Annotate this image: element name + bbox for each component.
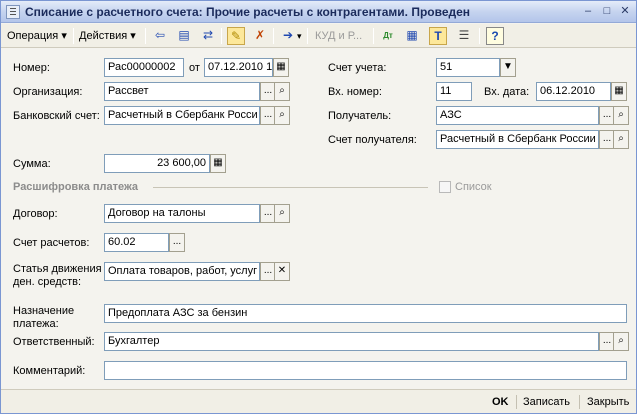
organization-label: Организация: bbox=[13, 86, 83, 98]
purpose-label: Назначение bbox=[13, 305, 75, 317]
sum-label: Сумма: bbox=[13, 158, 51, 170]
cashflow-label-line2: ден. средств: bbox=[13, 276, 82, 288]
ellipsis-icon[interactable]: ... bbox=[169, 233, 185, 252]
toolbar-separator bbox=[73, 28, 74, 44]
refresh-icon[interactable]: ⇄ bbox=[199, 27, 217, 45]
date-field[interactable]: 07.12.2010 1 bbox=[204, 58, 273, 77]
search-icon[interactable]: ⌕ bbox=[613, 130, 629, 149]
organization-field[interactable]: Рассвет bbox=[104, 82, 260, 101]
close-window-button[interactable]: ✕ bbox=[617, 4, 633, 20]
search-icon[interactable]: ⌕ bbox=[613, 106, 629, 125]
close-button[interactable]: Закрыть bbox=[587, 394, 629, 410]
date-from-label: от bbox=[189, 62, 200, 74]
calendar-icon[interactable]: ▦ bbox=[611, 82, 627, 101]
window-doc-icon bbox=[6, 5, 20, 19]
in-number-label: Вх. номер: bbox=[328, 86, 382, 98]
purpose-field[interactable]: Предоплата АЗС за бензин bbox=[104, 304, 627, 323]
dt-kt-icon[interactable]: Дт bbox=[379, 27, 397, 45]
contract-label: Договор: bbox=[13, 208, 58, 220]
list-checkbox-label: Список bbox=[455, 181, 492, 193]
comment-label: Комментарий: bbox=[13, 365, 86, 377]
bank-account-field[interactable]: Расчетный в Сбербанк Росси bbox=[104, 106, 260, 125]
search-icon[interactable]: ⌕ bbox=[274, 204, 290, 223]
number-field[interactable]: Рас00000002 bbox=[104, 58, 184, 77]
toolbar-separator bbox=[373, 28, 374, 44]
toolbar-separator bbox=[221, 28, 222, 44]
account-label: Счет учета: bbox=[328, 62, 387, 74]
contract-field[interactable]: Договор на талоны bbox=[104, 204, 260, 223]
actions-menu[interactable]: Действия ▾ bbox=[79, 27, 136, 45]
text-format-icon[interactable]: T bbox=[429, 27, 447, 45]
number-label: Номер: bbox=[13, 62, 50, 74]
responsible-field[interactable]: Бухгалтер bbox=[104, 332, 599, 351]
calendar-icon[interactable]: ▦ bbox=[273, 58, 289, 77]
recipient-field[interactable]: АЗС bbox=[436, 106, 599, 125]
recipient-account-label: Счет получателя: bbox=[328, 134, 417, 146]
footer-separator bbox=[579, 395, 580, 409]
toolbar-separator bbox=[273, 28, 274, 44]
help-icon[interactable]: ? bbox=[486, 27, 504, 45]
in-date-label: Вх. дата: bbox=[484, 86, 530, 98]
kudir-button[interactable]: КУД и Р... bbox=[315, 27, 362, 45]
section-title: Расшифровка платежа bbox=[13, 181, 139, 193]
operation-menu[interactable]: Операция ▾ bbox=[7, 27, 67, 45]
sum-field[interactable]: 23 600,00 bbox=[104, 154, 210, 173]
go-to-dropdown[interactable]: ▾ bbox=[297, 27, 302, 45]
toolbar-separator bbox=[307, 28, 308, 44]
account-field[interactable]: 51 bbox=[436, 58, 500, 77]
settlement-account-field[interactable]: 60.02 bbox=[104, 233, 169, 252]
toolbar-separator bbox=[145, 28, 146, 44]
maximize-button[interactable]: □ bbox=[599, 4, 615, 20]
list-checkbox[interactable] bbox=[439, 181, 451, 193]
post-doc-icon[interactable]: ✎ bbox=[227, 27, 245, 45]
save-button[interactable]: Записать bbox=[523, 394, 570, 410]
toolbar-separator bbox=[479, 28, 480, 44]
section-divider bbox=[153, 187, 428, 188]
search-icon[interactable]: ⌕ bbox=[274, 106, 290, 125]
doc-movements-icon[interactable]: ▤ bbox=[175, 27, 193, 45]
back-arrow-icon[interactable]: ⇦ bbox=[151, 27, 169, 45]
minimize-button[interactable]: ‒ bbox=[580, 4, 596, 20]
title-bar: Списание с расчетного счета: Прочие расч… bbox=[1, 1, 636, 23]
recipient-account-field[interactable]: Расчетный в Сбербанк России bbox=[436, 130, 599, 149]
bank-account-label: Банковский счет: bbox=[13, 110, 100, 122]
settlement-account-label: Счет расчетов: bbox=[13, 237, 90, 249]
list-settings-icon[interactable]: ☰ bbox=[455, 27, 473, 45]
in-number-field[interactable]: 11 bbox=[436, 82, 472, 101]
go-to-icon[interactable]: ➔ bbox=[279, 27, 297, 45]
clear-icon[interactable]: ✕ bbox=[274, 262, 290, 281]
cashflow-field[interactable]: Оплата товаров, работ, услуг bbox=[104, 262, 260, 281]
toolbar: Операция ▾ Действия ▾ ⇦ ▤ ⇄ ✎ ✗ ➔ ▾ КУД … bbox=[1, 24, 636, 48]
search-icon[interactable]: ⌕ bbox=[613, 332, 629, 351]
calculator-icon[interactable]: ▦ bbox=[210, 154, 226, 173]
unpost-doc-icon[interactable]: ✗ bbox=[251, 27, 269, 45]
comment-field[interactable] bbox=[104, 361, 627, 380]
dropdown-arrow-icon[interactable]: ▼ bbox=[500, 58, 516, 77]
footer-bar: OK Записать Закрыть bbox=[1, 389, 636, 413]
cashflow-label: Статья движения bbox=[13, 263, 102, 275]
in-date-field[interactable]: 06.12.2010 bbox=[536, 82, 611, 101]
report-icon[interactable]: ▦ bbox=[403, 27, 421, 45]
search-icon[interactable]: ⌕ bbox=[274, 82, 290, 101]
ok-button[interactable]: OK bbox=[492, 394, 509, 410]
footer-separator bbox=[516, 395, 517, 409]
responsible-label: Ответственный: bbox=[13, 336, 95, 348]
purpose-label-line2: платежа: bbox=[13, 318, 59, 330]
window-title: Списание с расчетного счета: Прочие расч… bbox=[25, 5, 471, 19]
recipient-label: Получатель: bbox=[328, 110, 392, 122]
document-window: Списание с расчетного счета: Прочие расч… bbox=[0, 0, 637, 414]
